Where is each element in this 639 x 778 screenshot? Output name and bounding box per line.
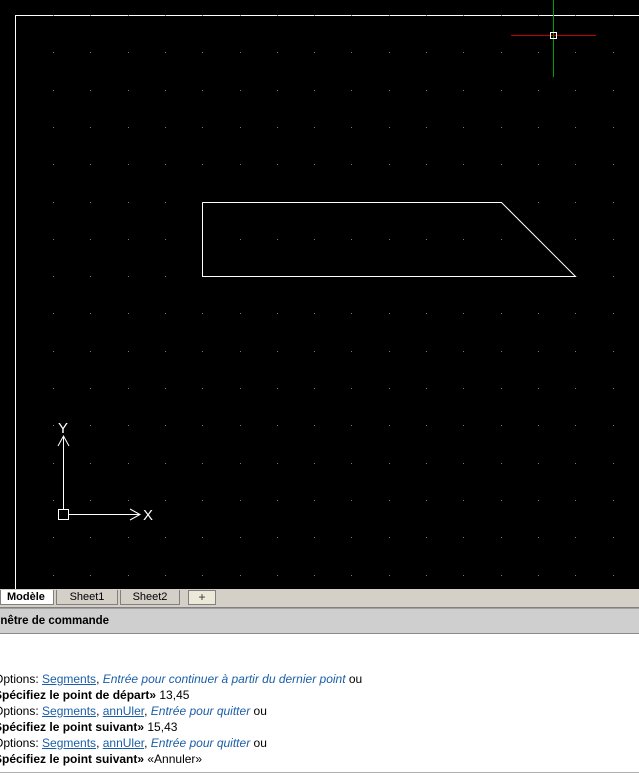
suffix-text: ou <box>250 736 267 750</box>
separator: , <box>96 672 103 686</box>
tab-model[interactable]: Modèle <box>0 590 54 605</box>
crosshair-cursor <box>511 0 596 77</box>
command-line-4: Spécifiez le point suivant» 15,43 <box>0 719 177 735</box>
entered-value: 15,43 <box>144 720 177 734</box>
prompt-text: Spécifiez le point suivant» <box>0 720 144 734</box>
option-hint[interactable]: Entrée pour quitter <box>151 704 250 718</box>
command-input-line[interactable] <box>0 772 639 778</box>
option-hint[interactable]: Entrée pour quitter <box>151 736 250 750</box>
option-segments[interactable]: Segments <box>42 672 96 686</box>
separator: , <box>144 704 151 718</box>
command-line-1: Options: Segments, Entrée pour continuer… <box>0 671 362 687</box>
option-segments[interactable]: Segments <box>42 704 96 718</box>
ucs-icon <box>58 436 140 520</box>
option-annuler[interactable]: annUler <box>103 704 144 718</box>
separator: , <box>96 736 103 750</box>
option-annuler-part: ann <box>103 736 123 750</box>
tab-sheet2[interactable]: Sheet2 <box>120 590 180 605</box>
command-window-title: enêtre de commande <box>0 615 109 627</box>
page-border <box>16 16 639 590</box>
option-annuler[interactable]: annUler <box>103 736 144 750</box>
canvas-svg[interactable]: Y X <box>0 0 639 589</box>
separator: , <box>96 704 103 718</box>
command-line-6: Spécifiez le point suivant» «Annuler» <box>0 751 202 767</box>
option-annuler-key: Ul <box>123 736 134 750</box>
prompt-text: Spécifiez le point suivant» <box>0 752 144 766</box>
add-tab-button[interactable]: + <box>188 590 216 605</box>
option-annuler-part: er <box>134 736 144 750</box>
prompt-text: Spécifiez le point de départ» <box>0 688 156 702</box>
options-label: Options: <box>0 736 42 750</box>
command-line-5: Options: Segments, annUler, Entrée pour … <box>0 735 267 751</box>
options-label: Options: <box>0 704 42 718</box>
entered-value: «Annuler» <box>144 752 202 766</box>
command-history: Options: Segments, Entrée pour continuer… <box>0 634 639 777</box>
option-segments[interactable]: Segments <box>42 736 96 750</box>
command-line-2: Spécifiez le point de départ» 13,45 <box>0 687 189 703</box>
command-window-header: enêtre de commande <box>0 608 639 634</box>
drawing-canvas[interactable]: Y X <box>0 0 639 589</box>
options-label: Options: <box>0 672 42 686</box>
suffix-text: ou <box>250 704 267 718</box>
option-annuler-part: ann <box>103 704 123 718</box>
command-line-3: Options: Segments, annUler, Entrée pour … <box>0 703 267 719</box>
suffix-text: ou <box>346 672 363 686</box>
separator: , <box>144 736 151 750</box>
option-annuler-part: er <box>134 704 144 718</box>
grid-dots <box>53 15 614 576</box>
option-annuler-key: Ul <box>123 704 134 718</box>
tab-sheet1[interactable]: Sheet1 <box>56 590 118 605</box>
layout-tab-strip: Modèle Sheet1 Sheet2 + <box>0 589 639 608</box>
entered-value: 13,45 <box>156 688 189 702</box>
option-hint[interactable]: Entrée pour continuer à partir du dernie… <box>103 672 346 686</box>
ucs-x-label: X <box>143 507 153 524</box>
ucs-y-label: Y <box>58 420 68 437</box>
